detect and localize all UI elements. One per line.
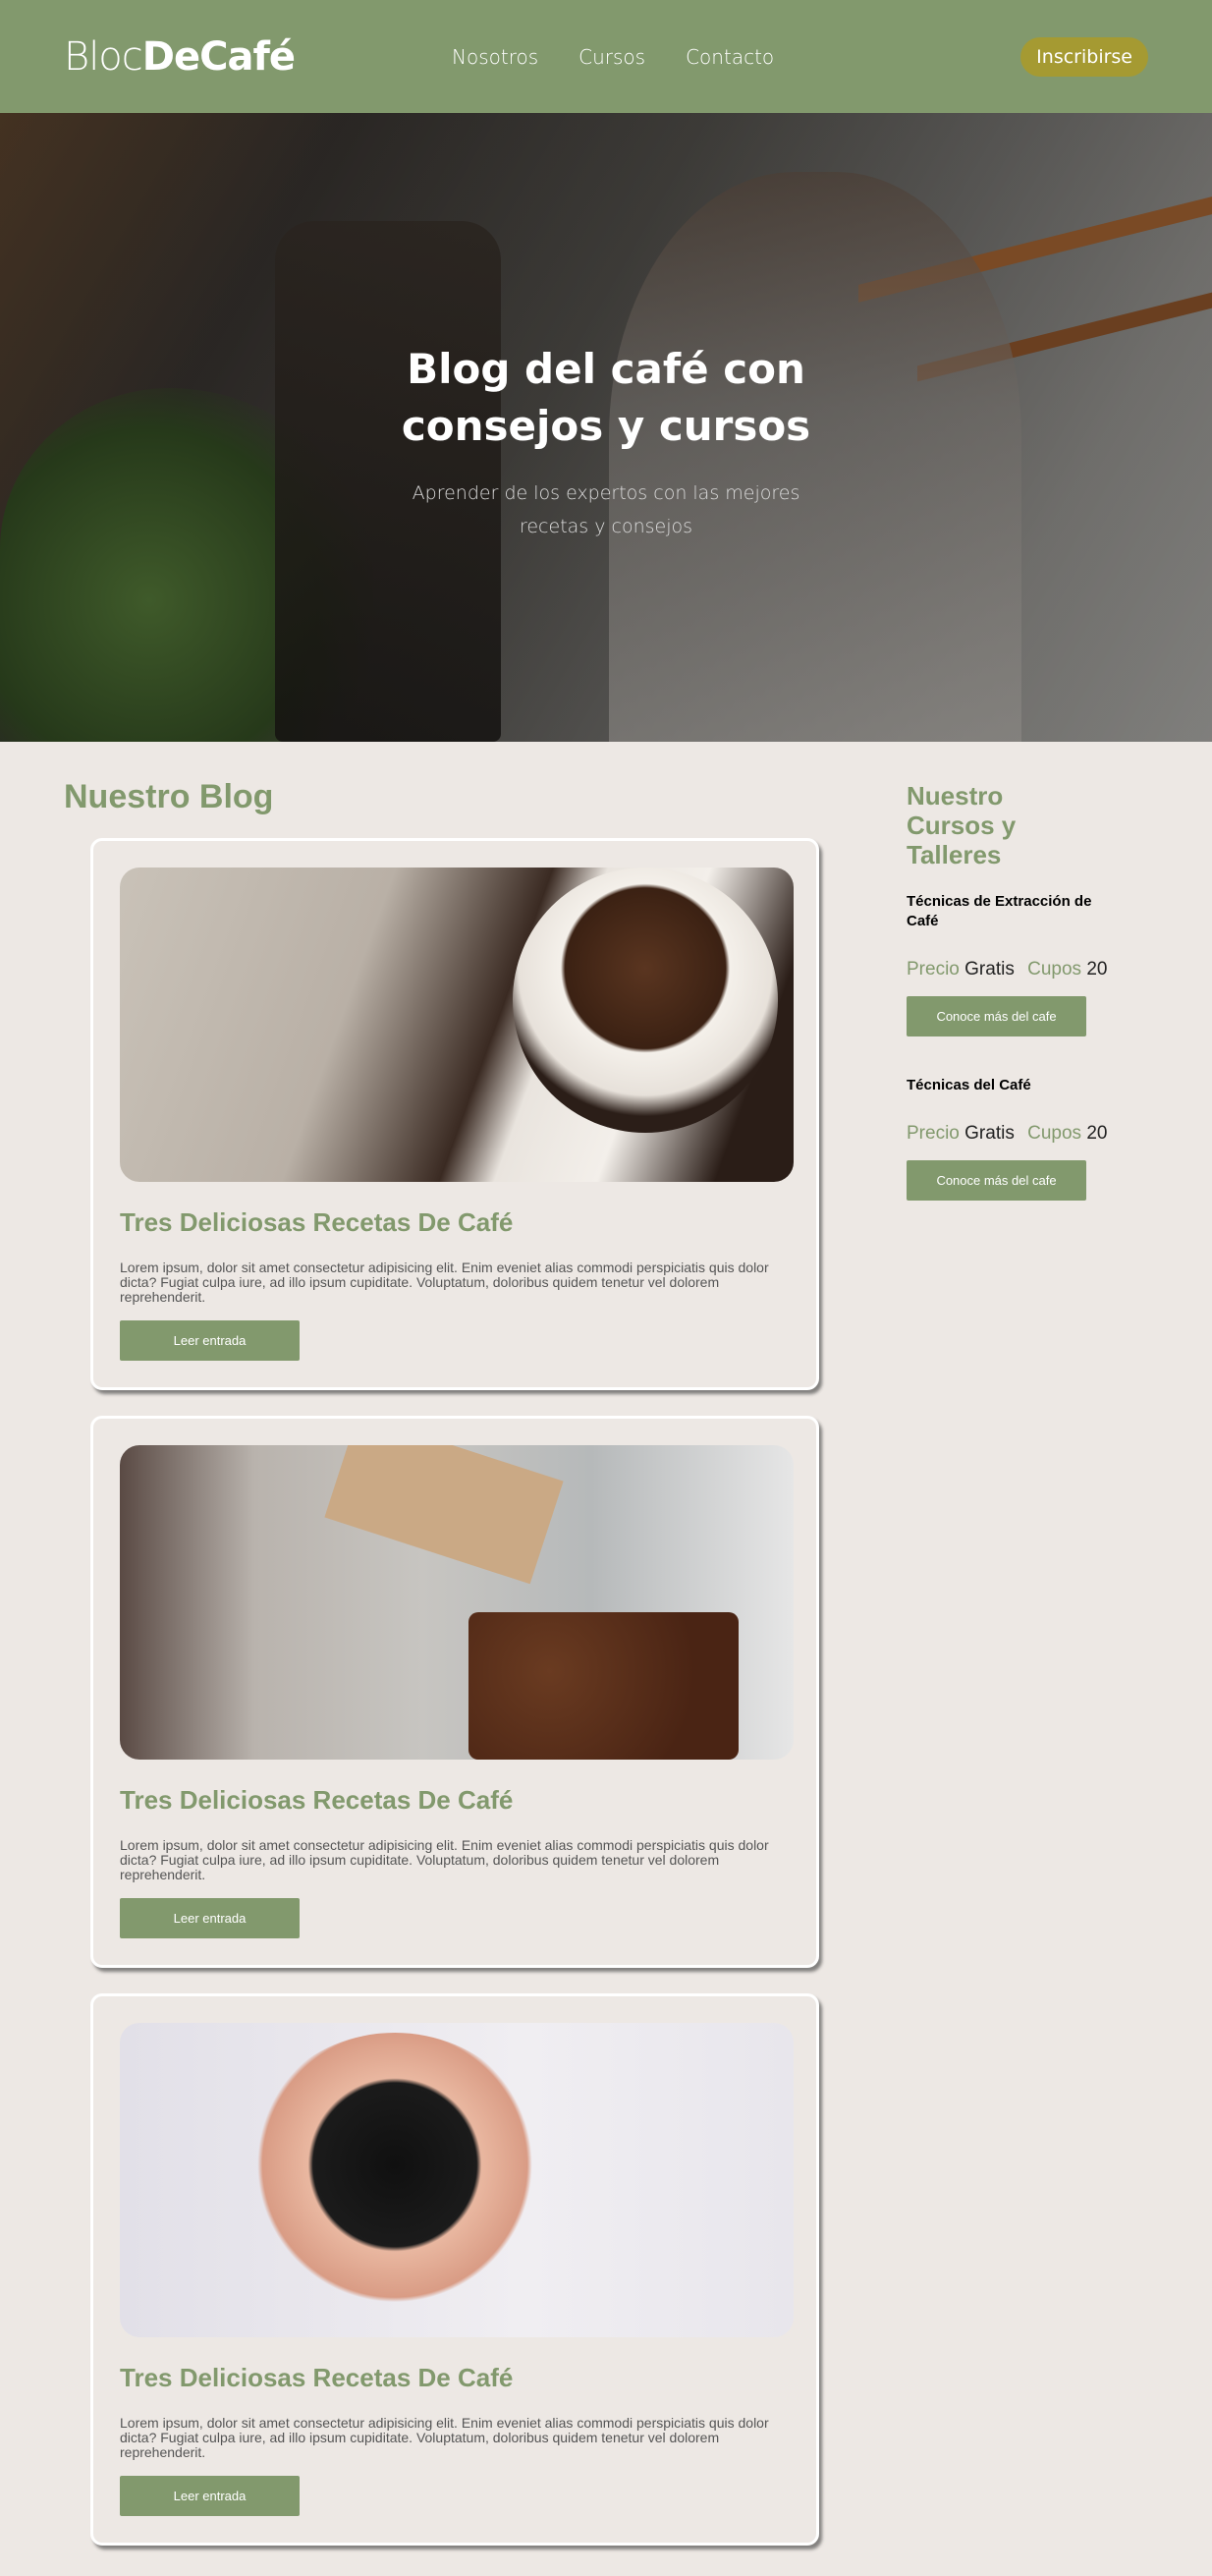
- blog-section: Nuestro Blog Tres Deliciosas Recetas De …: [64, 742, 822, 2546]
- course-item: Técnicas del Café Precio Gratis Cupos 20…: [907, 1076, 1123, 1201]
- courses-title: Nuestro Cursos y Talleres: [907, 781, 1017, 869]
- main-content: Nuestro Blog Tres Deliciosas Recetas De …: [0, 742, 1212, 2546]
- courses-sidebar: Nuestro Cursos y Talleres Técnicas de Ex…: [907, 742, 1123, 2546]
- post-title[interactable]: Tres Deliciosas Recetas De Café: [120, 1785, 790, 1816]
- post-excerpt: Lorem ipsum, dolor sit amet consectetur …: [120, 2415, 769, 2460]
- nav-link-cursos[interactable]: Cursos: [578, 45, 645, 69]
- price-label: Precio: [907, 959, 960, 980]
- post-title[interactable]: Tres Deliciosas Recetas De Café: [120, 1207, 790, 1238]
- blog-post-card: Tres Deliciosas Recetas De Café Lorem ip…: [90, 1993, 819, 2546]
- course-name: Técnicas de Extracción de Café: [907, 893, 1092, 929]
- seats-label: Cupos: [1027, 1123, 1082, 1144]
- price-value: Gratis: [964, 959, 1015, 980]
- post-image-coffee-beans: [120, 1445, 794, 1760]
- post-excerpt: Lorem ipsum, dolor sit amet consectetur …: [120, 1260, 769, 1305]
- post-excerpt: Lorem ipsum, dolor sit amet consectetur …: [120, 1837, 769, 1882]
- logo-bold-text: DeCafé: [141, 33, 296, 80]
- coffee-jar-shape: [468, 1612, 739, 1760]
- coffee-mug-shape: [238, 2033, 552, 2337]
- seats-value: 20: [1086, 1123, 1108, 1144]
- course-meta: Precio Gratis Cupos 20: [907, 959, 1123, 980]
- course-name: Técnicas del Café: [907, 1077, 1031, 1093]
- coffee-bag-shape: [324, 1445, 564, 1585]
- course-more-button[interactable]: Conoce más del cafe: [907, 996, 1086, 1036]
- hero-title: Blog del café con consejos y cursos: [401, 345, 811, 450]
- hero-banner: Blog del café con consejos y cursos Apre…: [0, 113, 1212, 742]
- course-item: Técnicas de Extracción de Café Precio Gr…: [907, 892, 1123, 1036]
- post-image-coffee-mug: [120, 2023, 794, 2337]
- nav-link-nosotros[interactable]: Nosotros: [452, 45, 538, 69]
- subscribe-button[interactable]: Inscribirse: [1020, 36, 1148, 77]
- hero-text: Blog del café con consejos y cursos Apre…: [0, 341, 1212, 543]
- course-more-button[interactable]: Conoce más del cafe: [907, 1160, 1086, 1201]
- price-label: Precio: [907, 1123, 960, 1144]
- read-post-button[interactable]: Leer entrada: [120, 2476, 300, 2516]
- blog-title: Nuestro Blog: [64, 778, 274, 815]
- read-post-button[interactable]: Leer entrada: [120, 1320, 300, 1361]
- nav-link-contacto[interactable]: Contacto: [686, 45, 774, 69]
- blog-post-card: Tres Deliciosas Recetas De Café Lorem ip…: [90, 1416, 819, 1968]
- post-title[interactable]: Tres Deliciosas Recetas De Café: [120, 2363, 790, 2393]
- site-logo[interactable]: BlocDeCafé: [64, 33, 296, 80]
- seats-value: 20: [1086, 959, 1108, 980]
- blog-post-card: Tres Deliciosas Recetas De Café Lorem ip…: [90, 838, 819, 1390]
- main-nav: Nosotros Cursos Contacto: [452, 45, 774, 69]
- post-image-coffee-cup: [120, 868, 794, 1182]
- hero-subtitle: Aprender de los expertos con las mejores…: [412, 482, 800, 537]
- course-meta: Precio Gratis Cupos 20: [907, 1123, 1123, 1145]
- seats-label: Cupos: [1027, 959, 1082, 980]
- logo-light-text: Bloc: [64, 33, 143, 80]
- price-value: Gratis: [964, 1123, 1015, 1144]
- coffee-cup-shape: [513, 868, 778, 1133]
- site-header: BlocDeCafé Nosotros Cursos Contacto Insc…: [0, 0, 1212, 113]
- read-post-button[interactable]: Leer entrada: [120, 1898, 300, 1938]
